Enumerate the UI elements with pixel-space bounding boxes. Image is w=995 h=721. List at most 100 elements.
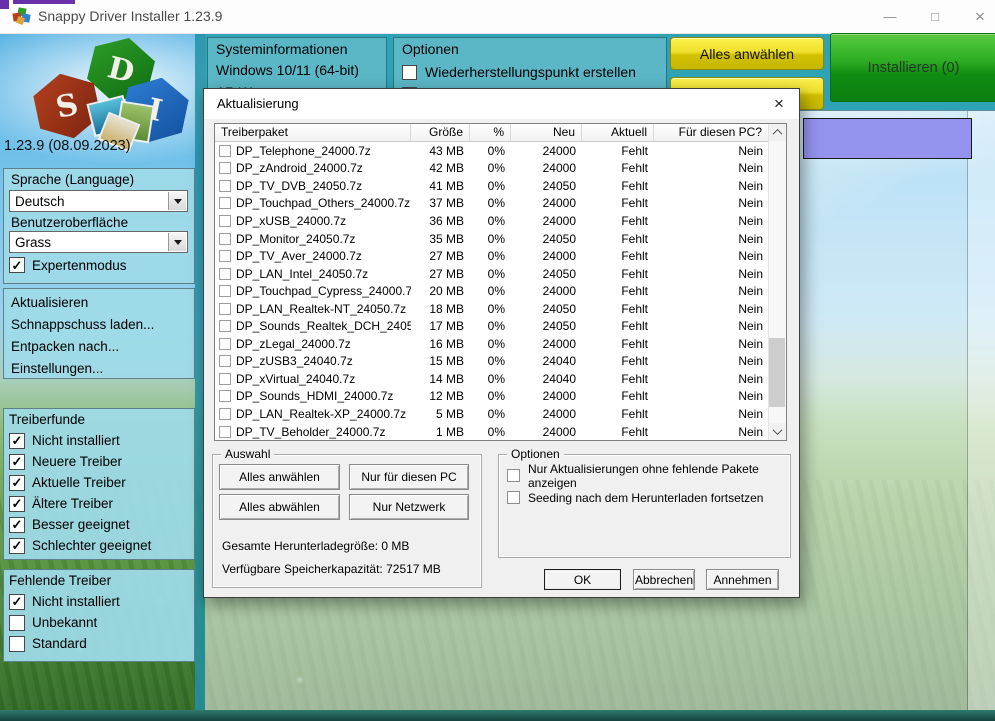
- row-checkbox[interactable]: [219, 145, 231, 157]
- scrollbar-thumb[interactable]: [769, 338, 785, 407]
- driver-package-row[interactable]: DP_Sounds_Realtek_DCH_24050....17 MB0%24…: [215, 317, 769, 335]
- filter-checkbox[interactable]: ✓: [9, 538, 25, 554]
- filter-item[interactable]: ✓Nicht installiert: [9, 591, 190, 612]
- row-checkbox[interactable]: [219, 355, 231, 367]
- option-checkbox[interactable]: [507, 469, 520, 482]
- driver-package-row[interactable]: DP_Monitor_24050.7z35 MB0%24050FehltNein: [215, 230, 769, 248]
- driver-package-row[interactable]: DP_LAN_Intel_24050.7z27 MB0%24050FehltNe…: [215, 265, 769, 283]
- sidebar-menu-item[interactable]: Schnappschuss laden...: [4, 314, 194, 336]
- option-row[interactable]: Seeding nach dem Herunterladen fortsetze…: [507, 490, 763, 505]
- filter-checkbox[interactable]: ✓: [9, 454, 25, 470]
- driver-package-row[interactable]: DP_Sounds_HDMI_24000.7z12 MB0%24000Fehlt…: [215, 388, 769, 406]
- filter-checkbox[interactable]: ✓: [9, 594, 25, 610]
- driver-package-row[interactable]: DP_zUSB3_24040.7z15 MB0%24040FehltNein: [215, 353, 769, 371]
- language-select[interactable]: Deutsch: [9, 190, 188, 212]
- filter-item[interactable]: Wiederherstellungspunkt erstellen: [402, 61, 636, 83]
- column-header[interactable]: %: [470, 124, 511, 142]
- driver-package-row[interactable]: DP_xVirtual_24040.7z14 MB0%24040FehltNei…: [215, 370, 769, 388]
- driver-package-row[interactable]: DP_Touchpad_Others_24000.7z37 MB0%24000F…: [215, 195, 769, 213]
- driver-package-row[interactable]: DP_TV_Beholder_24000.7z1 MB0%24000FehltN…: [215, 423, 769, 440]
- filter-item[interactable]: ✓ Aktuelle Treiber: [9, 472, 190, 493]
- sidebar-menu-item[interactable]: Aktualisieren: [4, 292, 194, 314]
- expert-mode-checkbox-row[interactable]: ✓ Expertenmodus: [9, 257, 127, 273]
- filter-checkbox[interactable]: [402, 65, 417, 80]
- driver-package-row[interactable]: DP_Touchpad_Cypress_24000.7z20 MB0%24000…: [215, 282, 769, 300]
- size-cell: 14 MB: [411, 372, 470, 386]
- row-checkbox[interactable]: [219, 373, 231, 385]
- filter-item[interactable]: Unbekannt: [9, 612, 190, 633]
- row-checkbox[interactable]: [219, 268, 231, 280]
- table-scrollbar[interactable]: [768, 124, 786, 440]
- filter-checkbox[interactable]: ✓: [9, 433, 25, 449]
- driver-package-row[interactable]: DP_LAN_Realtek-XP_24000.7z5 MB0%24000Feh…: [215, 405, 769, 423]
- main-scrollbar-zone[interactable]: [968, 111, 995, 710]
- for-this-pc-cell: Nein: [654, 196, 769, 210]
- chevron-down-icon[interactable]: [168, 192, 186, 210]
- driver-package-row[interactable]: DP_xUSB_24000.7z36 MB0%24000FehltNein: [215, 212, 769, 230]
- row-checkbox[interactable]: [219, 197, 231, 209]
- selected-driver-group-bar[interactable]: [803, 118, 972, 159]
- sidebar-menu-item[interactable]: Entpacken nach...: [4, 336, 194, 358]
- filter-checkbox[interactable]: [9, 615, 25, 631]
- theme-select[interactable]: Grass: [9, 231, 188, 253]
- row-checkbox[interactable]: [219, 285, 231, 297]
- sidebar-menu-item[interactable]: Einstellungen...: [4, 358, 194, 380]
- filter-checkbox[interactable]: ✓: [9, 496, 25, 512]
- column-header[interactable]: Für diesen PC?: [654, 124, 769, 142]
- minimize-button[interactable]: —: [873, 0, 907, 33]
- row-checkbox[interactable]: [219, 303, 231, 315]
- close-button[interactable]: ×: [963, 0, 995, 33]
- row-checkbox[interactable]: [219, 426, 231, 438]
- driver-package-row[interactable]: DP_zLegal_24000.7z16 MB0%24000FehltNein: [215, 335, 769, 353]
- column-header[interactable]: Aktuell: [582, 124, 654, 142]
- maximize-button[interactable]: □: [918, 0, 952, 33]
- scroll-up-icon[interactable]: [769, 124, 786, 141]
- row-checkbox[interactable]: [219, 338, 231, 350]
- row-checkbox[interactable]: [219, 233, 231, 245]
- scroll-down-icon[interactable]: [769, 423, 786, 440]
- cancel-button[interactable]: Abbrechen: [633, 569, 695, 590]
- filter-item[interactable]: ✓Besser geeignet: [9, 514, 190, 535]
- column-header[interactable]: Treiberpaket: [215, 124, 411, 142]
- driver-package-row[interactable]: DP_LAN_Realtek-NT_24050.7z18 MB0%24050Fe…: [215, 300, 769, 318]
- filter-item[interactable]: ✓Nicht installiert: [9, 430, 190, 451]
- driver-package-row[interactable]: DP_TV_DVB_24050.7z41 MB0%24050FehltNein: [215, 177, 769, 195]
- install-button[interactable]: Installieren (0): [830, 33, 995, 102]
- filter-item[interactable]: ✓Ältere Treiber: [9, 493, 190, 514]
- network-only-button[interactable]: Nur Netzwerk: [349, 494, 469, 520]
- filter-checkbox[interactable]: [9, 636, 25, 652]
- dialog-select-all-button[interactable]: Alles anwählen: [219, 464, 340, 490]
- filter-item[interactable]: Standard: [9, 633, 190, 654]
- expert-mode-checkbox[interactable]: ✓: [9, 257, 25, 273]
- row-checkbox[interactable]: [219, 215, 231, 227]
- apply-button[interactable]: Annehmen: [706, 569, 779, 590]
- filter-item[interactable]: ✓Schlechter geeignet: [9, 535, 190, 556]
- ok-button[interactable]: OK: [544, 569, 621, 590]
- option-checkbox[interactable]: [507, 491, 520, 504]
- option-row[interactable]: Nur Aktualisierungen ohne fehlende Paket…: [507, 468, 790, 483]
- package-name-cell: DP_zUSB3_24040.7z: [215, 354, 411, 368]
- column-header[interactable]: Neu: [511, 124, 582, 142]
- row-checkbox[interactable]: [219, 390, 231, 402]
- filter-item-label: Unbekannt: [32, 615, 97, 630]
- row-checkbox[interactable]: [219, 250, 231, 262]
- row-checkbox[interactable]: [219, 408, 231, 420]
- dialog-deselect-all-button[interactable]: Alles abwählen: [219, 494, 340, 520]
- column-header[interactable]: Größe: [411, 124, 470, 142]
- filter-item[interactable]: ✓Neuere Treiber: [9, 451, 190, 472]
- select-all-button[interactable]: Alles anwählen: [670, 37, 824, 70]
- driver-package-row[interactable]: DP_TV_Aver_24000.7z27 MB0%24000FehltNein: [215, 247, 769, 265]
- row-checkbox[interactable]: [219, 180, 231, 192]
- only-this-pc-button[interactable]: Nur für diesen PC: [349, 464, 469, 490]
- chevron-down-icon[interactable]: [168, 233, 186, 251]
- row-checkbox[interactable]: [219, 162, 231, 174]
- driver-package-row[interactable]: DP_Telephone_24000.7z43 MB0%24000FehltNe…: [215, 142, 769, 160]
- filter-checkbox[interactable]: ✓: [9, 517, 25, 533]
- dialog-title-bar[interactable]: Aktualisierung ×: [204, 89, 799, 119]
- filter-checkbox[interactable]: ✓: [9, 475, 25, 491]
- dialog-close-button[interactable]: ×: [767, 93, 791, 115]
- row-checkbox[interactable]: [219, 320, 231, 332]
- filter-item-label: Aktuelle Treiber: [32, 475, 126, 490]
- driver-package-row[interactable]: DP_zAndroid_24000.7z42 MB0%24000FehltNei…: [215, 160, 769, 178]
- new-version-cell: 24000: [511, 249, 582, 263]
